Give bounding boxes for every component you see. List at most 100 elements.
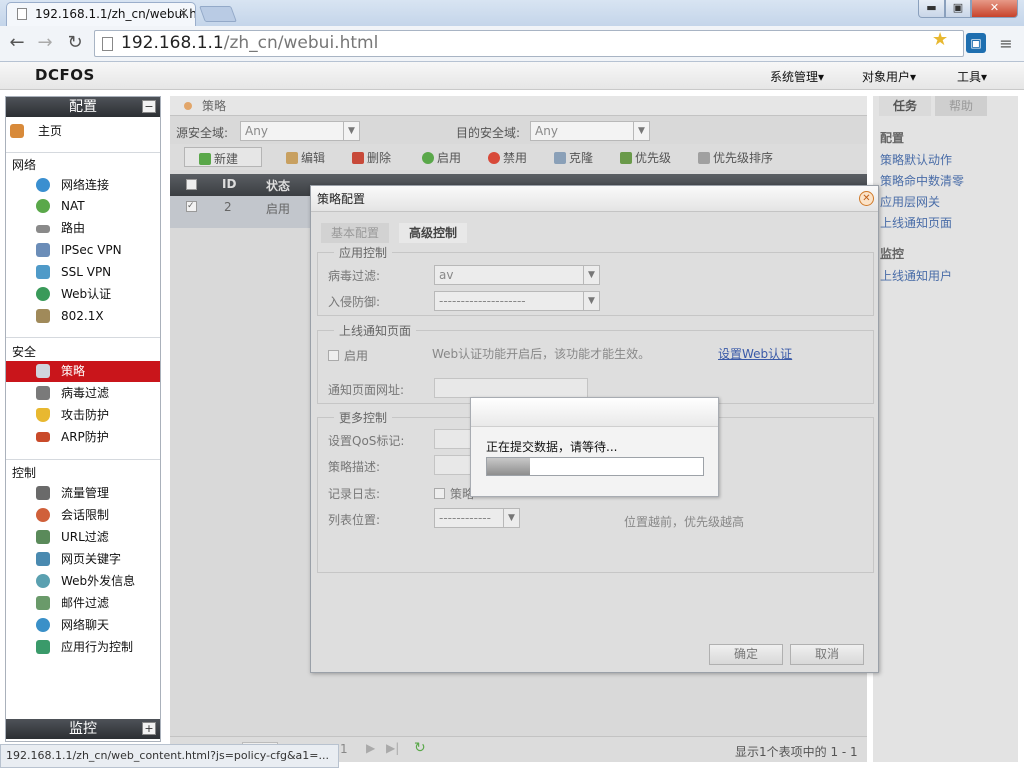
sidebar-item-virus-filter[interactable]: 病毒过滤 — [6, 383, 160, 404]
sidebar-item-label: 网页关键字 — [61, 552, 122, 566]
new-button-label: 新建 — [214, 152, 239, 166]
sidebar-item-label: 会话限制 — [61, 508, 110, 522]
notice-url-input[interactable] — [434, 378, 588, 398]
new-tab-button[interactable] — [199, 6, 237, 22]
menu-tools[interactable]: 工具▾ — [957, 68, 987, 85]
row-status: 启用 — [266, 202, 291, 216]
extension-icon[interactable]: ▣ — [966, 33, 986, 53]
browser-tab[interactable]: 192.168.1.1/zh_cn/webui.html × — [6, 2, 196, 26]
tab-basic-config[interactable]: 基本配置 — [321, 223, 390, 243]
menu-object-user[interactable]: 对象用户▾ — [862, 68, 916, 85]
reload-icon[interactable]: ↻ — [64, 34, 86, 52]
sidebar-item-web-auth[interactable]: Web认证 — [6, 284, 160, 305]
src-zone-label: 源安全域: — [176, 126, 229, 140]
expand-button[interactable]: + — [142, 722, 156, 735]
qos-input[interactable] — [434, 429, 474, 449]
breadcrumb: 策略 — [170, 96, 867, 116]
sidebar-item-session-limit[interactable]: 会话限制 — [6, 505, 160, 526]
collapse-button[interactable]: − — [142, 100, 156, 113]
description-input[interactable] — [434, 455, 474, 475]
sidebar-item-attack-protection[interactable]: 攻击防护 — [6, 405, 160, 426]
sidebar-item-mail-filter[interactable]: 邮件过滤 — [6, 593, 160, 614]
sidebar-item-policy[interactable]: 策略 — [6, 361, 160, 382]
sidebar-item-url-filter[interactable]: URL过滤 — [6, 527, 160, 548]
ips-select[interactable]: -------------------- ▼ — [434, 291, 600, 311]
tab-help[interactable]: 帮助 — [935, 96, 987, 116]
bookmark-star-icon[interactable]: ★ — [932, 29, 948, 50]
task-monitor-title: 监控 — [880, 247, 905, 261]
log-policy-checkbox[interactable]: 策略 — [434, 485, 474, 502]
window-minimize-button[interactable]: ▬ — [918, 0, 945, 18]
window-close-button[interactable]: ✕ — [971, 0, 1018, 18]
config-header-label: 配置 — [69, 99, 97, 115]
priority-sort-button-label: 优先级排序 — [713, 151, 774, 165]
task-config-title: 配置 — [880, 131, 905, 145]
tab-close-button[interactable]: × — [178, 3, 189, 25]
ok-button[interactable]: 确定 — [709, 644, 783, 665]
tab-advanced-control[interactable]: 高级控制 — [399, 223, 468, 243]
sidebar-item-web-outbound[interactable]: Web外发信息 — [6, 571, 160, 592]
edit-button[interactable]: 编辑 — [286, 149, 325, 166]
virus-filter-value: av — [439, 268, 454, 282]
tab-tasks[interactable]: 任务 — [879, 96, 931, 116]
link-online-notice-page[interactable]: 上线通知页面 — [880, 214, 952, 231]
next-page-icon[interactable]: ▶ — [366, 741, 375, 755]
enable-checkbox[interactable]: 启用 — [328, 347, 368, 364]
sidebar-item-route[interactable]: 路由 — [6, 218, 160, 239]
column-header[interactable]: 状态 — [266, 177, 290, 194]
cancel-button[interactable]: 取消 — [790, 644, 864, 665]
row-checkbox[interactable]: ✓ — [186, 201, 197, 212]
sidebar-item-traffic-management[interactable]: 流量管理 — [6, 483, 160, 504]
forward-arrow-icon[interactable]: → — [34, 34, 56, 52]
address-bar[interactable]: 192.168.1.1/zh_cn/webui.html — [94, 30, 964, 57]
link-clear-hit-count[interactable]: 策略命中数清零 — [880, 172, 964, 189]
priority-icon — [620, 152, 632, 164]
src-zone-select[interactable]: Any ▼ — [240, 121, 360, 141]
column-header[interactable]: ID — [222, 177, 236, 191]
clone-button[interactable]: 克隆 — [554, 149, 593, 166]
refresh-icon[interactable]: ↻ — [414, 740, 426, 756]
sidebar-item-8021x[interactable]: 802.1X — [6, 306, 160, 327]
pager-info: 显示1个表项中的 1 - 1 — [735, 745, 858, 759]
config-panel-header[interactable]: 配置 − — [6, 97, 160, 117]
sidebar-item-ipsec-vpn[interactable]: IPSec VPN — [6, 240, 160, 261]
enable-button[interactable]: 启用 — [422, 149, 461, 166]
description-label: 策略描述: — [328, 460, 381, 474]
dst-zone-select[interactable]: Any ▼ — [530, 121, 650, 141]
sidebar-item-app-control[interactable]: 应用行为控制 — [6, 637, 160, 658]
sidebar-item-network-connection[interactable]: 网络连接 — [6, 175, 160, 196]
link-alg[interactable]: 应用层网关 — [880, 193, 940, 210]
chevron-down-icon: ▼ — [343, 122, 359, 140]
row-id: 2 — [224, 200, 232, 214]
url-path: /zh_cn/webui.html — [223, 33, 379, 53]
link-online-notice-users[interactable]: 上线通知用户 — [880, 267, 952, 284]
disable-button[interactable]: 禁用 — [488, 149, 527, 166]
setup-web-auth-link[interactable]: 设置Web认证 — [718, 345, 792, 362]
session-icon — [36, 508, 50, 522]
last-page-icon[interactable]: ▶| — [386, 741, 399, 755]
monitor-panel-header[interactable]: 监控 + — [6, 719, 160, 739]
virus-filter-select[interactable]: av ▼ — [434, 265, 600, 285]
sidebar-item-chat[interactable]: 网络聊天 — [6, 615, 160, 636]
priority-button[interactable]: 优先级 — [620, 149, 671, 166]
menu-icon[interactable]: ≡ — [996, 34, 1016, 53]
back-arrow-icon[interactable]: ← — [6, 34, 28, 52]
sidebar-item-ssl-vpn[interactable]: SSL VPN — [6, 262, 160, 283]
delete-button[interactable]: 删除 — [352, 149, 391, 166]
window-maximize-button[interactable]: ▣ — [945, 0, 971, 18]
virus-filter-label: 病毒过滤: — [328, 269, 381, 283]
new-button[interactable]: 新建 — [184, 147, 262, 167]
sidebar-item-label: 主页 — [38, 124, 63, 138]
priority-sort-button[interactable]: 优先级排序 — [698, 149, 773, 166]
position-select[interactable]: ------------ ▼ — [434, 508, 520, 528]
menu-system-management[interactable]: 系统管理▾ — [770, 68, 824, 85]
link-policy-default-action[interactable]: 策略默认动作 — [880, 151, 952, 168]
dst-zone-value: Any — [535, 124, 558, 138]
close-icon[interactable]: ✕ — [859, 191, 874, 206]
progress-popup: 正在提交数据，请等待... — [470, 397, 719, 497]
sidebar-item-arp-protection[interactable]: ARP防护 — [6, 427, 160, 448]
sidebar-item-home[interactable]: 主页 — [6, 121, 160, 142]
sidebar-item-nat[interactable]: NAT — [6, 196, 160, 217]
select-all-checkbox[interactable] — [186, 179, 197, 190]
sidebar-item-web-keyword[interactable]: 网页关键字 — [6, 549, 160, 570]
